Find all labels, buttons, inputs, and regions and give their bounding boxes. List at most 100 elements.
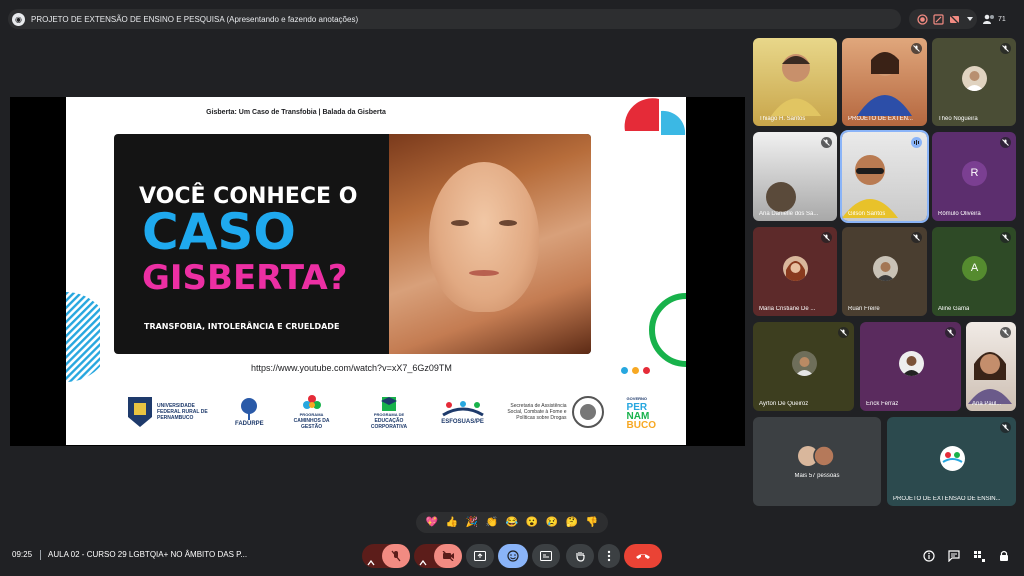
video-person: [842, 155, 898, 218]
reaction-sad[interactable]: 😢: [546, 517, 558, 528]
participant-tile[interactable]: PROJETO DE EXTEN...: [842, 38, 927, 126]
avatar: [791, 350, 817, 376]
participants-count[interactable]: 71: [983, 9, 1015, 29]
camera-control: [414, 544, 462, 568]
decor-ring: [649, 293, 686, 367]
more-people-tile[interactable]: Mais 57 pessoas: [753, 417, 881, 506]
annotate-icon[interactable]: [932, 13, 944, 25]
dot-red: [643, 367, 650, 374]
participant-name: Rômulo Oliveira: [938, 211, 981, 217]
educacao-logo: PROGRAMA DE EDUCAÇÃO CORPORATIVA: [359, 394, 418, 430]
mic-off-icon: [838, 327, 849, 338]
participant-tile[interactable]: Ayrton De Queiroz: [753, 322, 854, 411]
chevron-up-icon[interactable]: [419, 553, 427, 571]
reaction-thumbs-down[interactable]: 👎: [586, 517, 598, 528]
meeting-name: AULA 02 - CURSO 29 LGBTQIA+ NO ÂMBITO DA…: [48, 550, 248, 559]
participant-name: Thiago H. Santos: [759, 116, 806, 122]
participant-tile[interactable]: Ruan Freire: [842, 227, 927, 316]
slide-title: Gisberta: Um Caso de Transfobia | Balada…: [206, 109, 386, 116]
more-vert-icon: [607, 550, 611, 562]
host-controls-icon[interactable]: [997, 550, 1011, 562]
separator: [40, 550, 41, 560]
reaction-thinking[interactable]: 🤔: [566, 517, 578, 528]
headline-line3: GISBERTA?: [142, 258, 348, 298]
mic-off-icon: [1000, 327, 1011, 338]
participant-name: PROJETO DE EXTEN...: [848, 116, 913, 122]
graduation-icon: [380, 397, 397, 411]
participant-name: Maria Cristiane De ...: [759, 306, 816, 312]
people-chain-icon: [441, 401, 484, 417]
decor-shapes: [624, 98, 686, 135]
participant-tile[interactable]: Théo Nogueira: [932, 38, 1016, 126]
mic-off-icon: [821, 232, 832, 243]
activities-icon[interactable]: [972, 550, 986, 562]
participant-tile-speaking[interactable]: Gilson Santos: [840, 130, 929, 223]
video-person: [857, 52, 912, 116]
participant-tile[interactable]: A Aline Gama: [932, 227, 1016, 316]
participant-tile[interactable]: Ana Paul...: [966, 322, 1016, 411]
captions-icon: [540, 551, 552, 561]
avatar: [939, 445, 965, 471]
chevron-up-icon[interactable]: [367, 553, 375, 571]
avatar: [783, 255, 808, 281]
people-icon: [983, 14, 994, 24]
presentation-bar: ◉ PROJETO DE EXTENSÃO DE ENSINO E PESQUI…: [8, 9, 901, 29]
reaction-laugh[interactable]: 😂: [506, 517, 518, 528]
fadurpe-logo: FADURPE: [235, 397, 264, 427]
raise-hand-button[interactable]: [566, 544, 594, 568]
reaction-heart[interactable]: 💖: [426, 517, 438, 528]
reaction-clap[interactable]: 👏: [486, 517, 498, 528]
info-icon[interactable]: [922, 550, 936, 562]
participant-tile[interactable]: Ana Danielle dos Sa...: [753, 132, 837, 221]
captions-button[interactable]: [532, 544, 560, 568]
chat-icon[interactable]: [947, 550, 961, 562]
presentation-title: PROJETO DE EXTENSÃO DE ENSINO E PESQUISA…: [31, 14, 359, 24]
participant-name: Ayrton De Queiroz: [759, 401, 809, 407]
tree-icon: [241, 398, 258, 420]
state-seal-icon: [571, 396, 604, 428]
reaction-thumbs-up[interactable]: 👍: [446, 517, 458, 528]
avatar: [898, 350, 924, 376]
presenter-avatar: ◉: [12, 12, 25, 26]
shared-slide: Gisberta: Um Caso de Transfobia | Balada…: [66, 97, 686, 445]
more-people-label: Mais 57 pessoas: [794, 473, 840, 479]
avatar: [962, 66, 987, 91]
mic-off-icon: [911, 232, 922, 243]
reaction-party[interactable]: 🎉: [466, 517, 478, 528]
end-call-icon: [636, 554, 650, 559]
reaction-surprised[interactable]: 😮: [526, 517, 538, 528]
participant-tile[interactable]: Erick Ferraz: [860, 322, 961, 411]
mic-off-icon: [1000, 43, 1011, 54]
mic-off-icon: [1000, 422, 1011, 433]
mic-control: [362, 544, 410, 568]
participant-tile[interactable]: R Rômulo Oliveira: [932, 132, 1016, 221]
present-icon: [474, 551, 486, 561]
mic-off-icon: [391, 550, 401, 562]
camera-off-button[interactable]: [434, 544, 462, 568]
reactions-button[interactable]: [498, 544, 528, 568]
record-icon[interactable]: [916, 13, 928, 25]
stop-present-icon[interactable]: [948, 13, 960, 25]
present-button[interactable]: [466, 544, 494, 568]
mic-off-icon: [821, 137, 832, 148]
participant-tile[interactable]: Thiago H. Santos: [753, 38, 837, 126]
mic-off-button[interactable]: [382, 544, 410, 568]
youtube-link[interactable]: https://www.youtube.com/watch?v=xX7_6Gz0…: [251, 363, 452, 373]
more-options-button[interactable]: [598, 544, 620, 568]
bottom-bar: 09:25 AULA 02 - CURSO 29 LGBTQIA+ NO ÂMB…: [0, 540, 1024, 570]
governo-logo: GOVERNO PER NAM BUCO: [626, 396, 656, 431]
participant-name: Théo Nogueira: [938, 116, 978, 122]
ufrpe-crest-icon: [128, 397, 152, 427]
leave-call-button[interactable]: [624, 544, 662, 568]
presentation-controls: [909, 9, 977, 29]
emoji-icon: [507, 550, 519, 562]
mouth: [469, 270, 499, 276]
portrait-photo: [389, 134, 591, 354]
participant-name: Ana Paul...: [972, 401, 1002, 407]
chevron-down-icon[interactable]: [964, 13, 976, 25]
sponsor-logos: UNIVERSIDADE FEDERAL RURAL DE PERNAMBUCO…: [126, 389, 656, 435]
participant-tile[interactable]: Maria Cristiane De ...: [753, 227, 837, 316]
caminhos-logo: PROGRAMA CAMINHOS DA GESTÃO: [286, 394, 338, 430]
participant-name: Ana Danielle dos Sa...: [759, 211, 819, 217]
participant-tile[interactable]: PROJETO DE EXTENSÃO DE ENSIN...: [887, 417, 1016, 506]
